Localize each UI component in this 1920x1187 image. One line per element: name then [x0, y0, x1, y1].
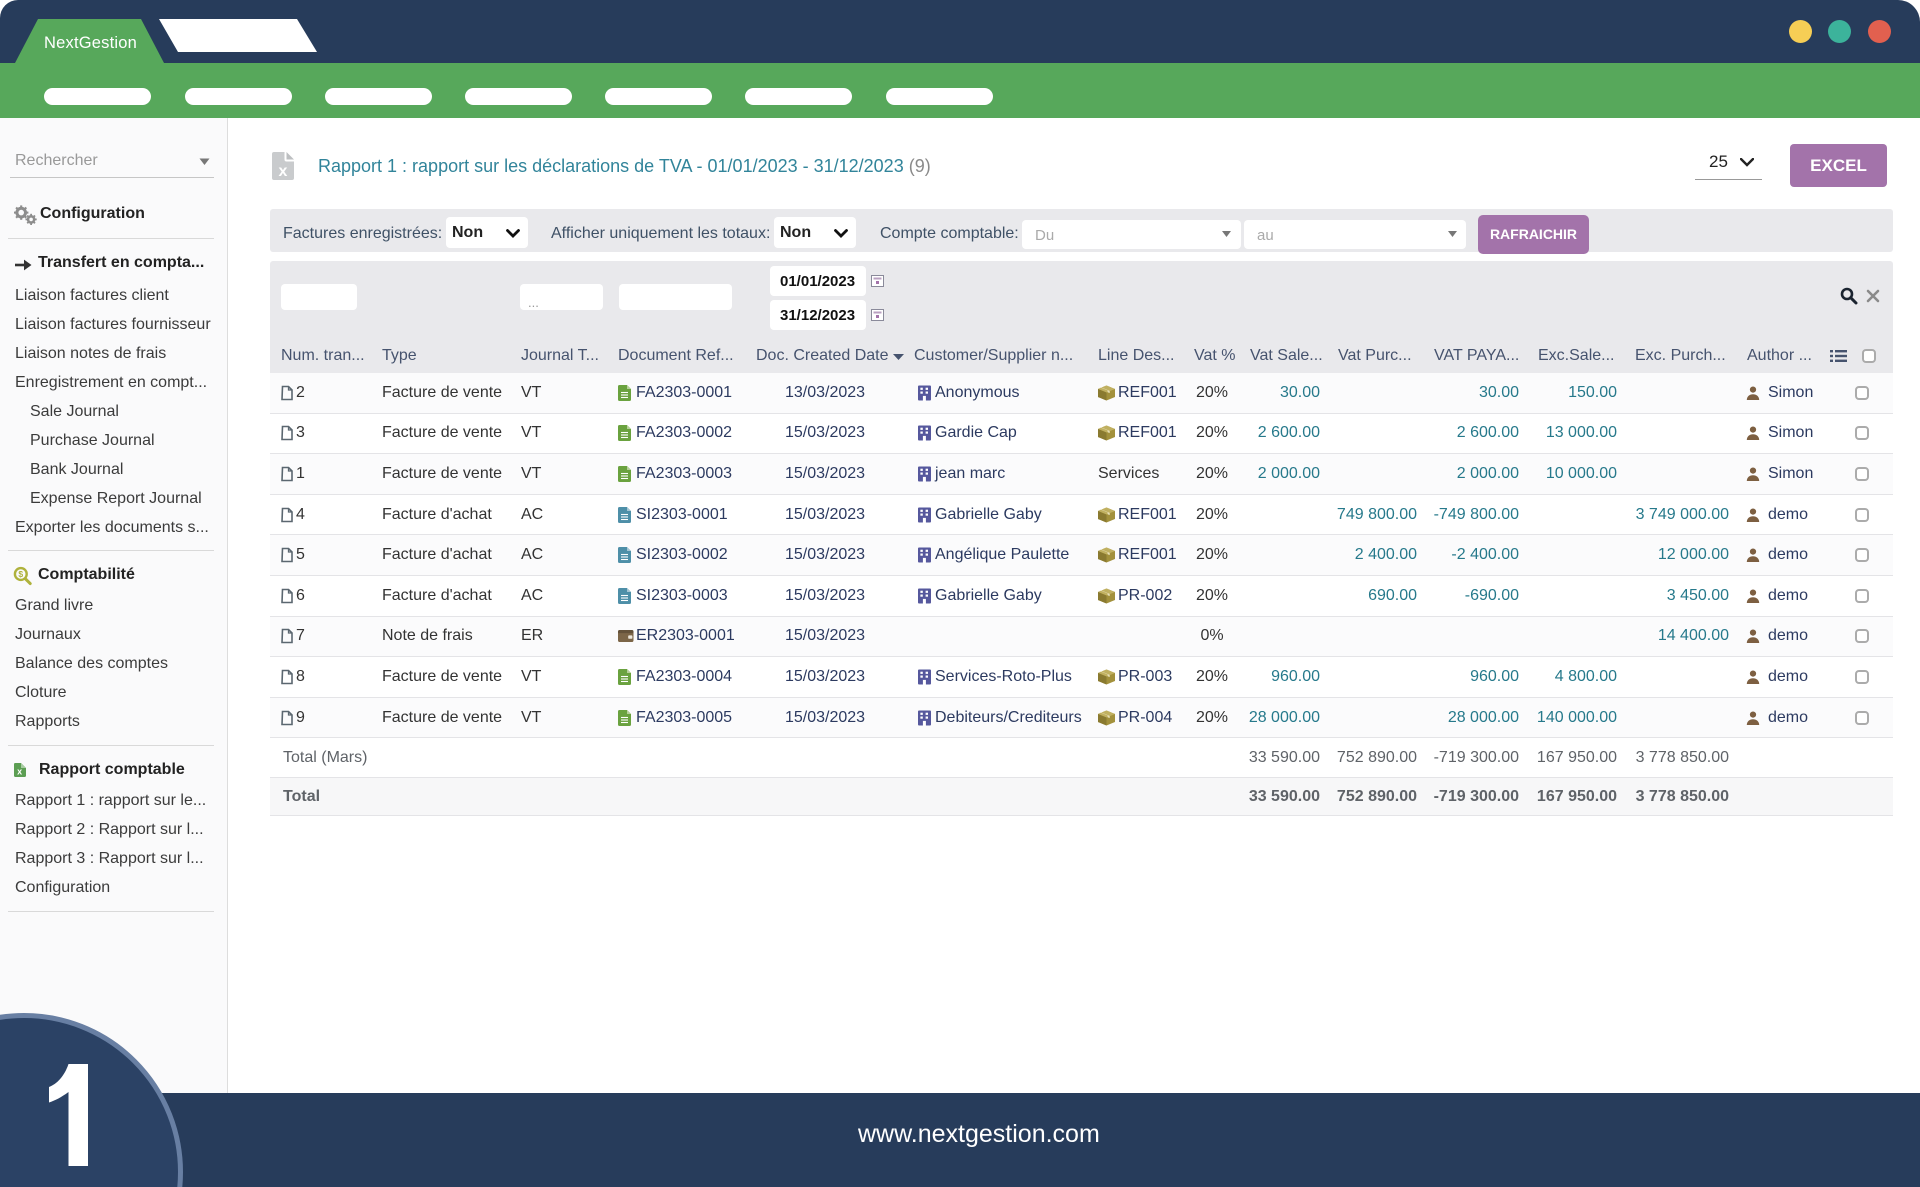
svg-text:x: x	[17, 767, 22, 777]
svg-text:$: $	[18, 569, 23, 579]
svg-text:x: x	[279, 163, 288, 180]
